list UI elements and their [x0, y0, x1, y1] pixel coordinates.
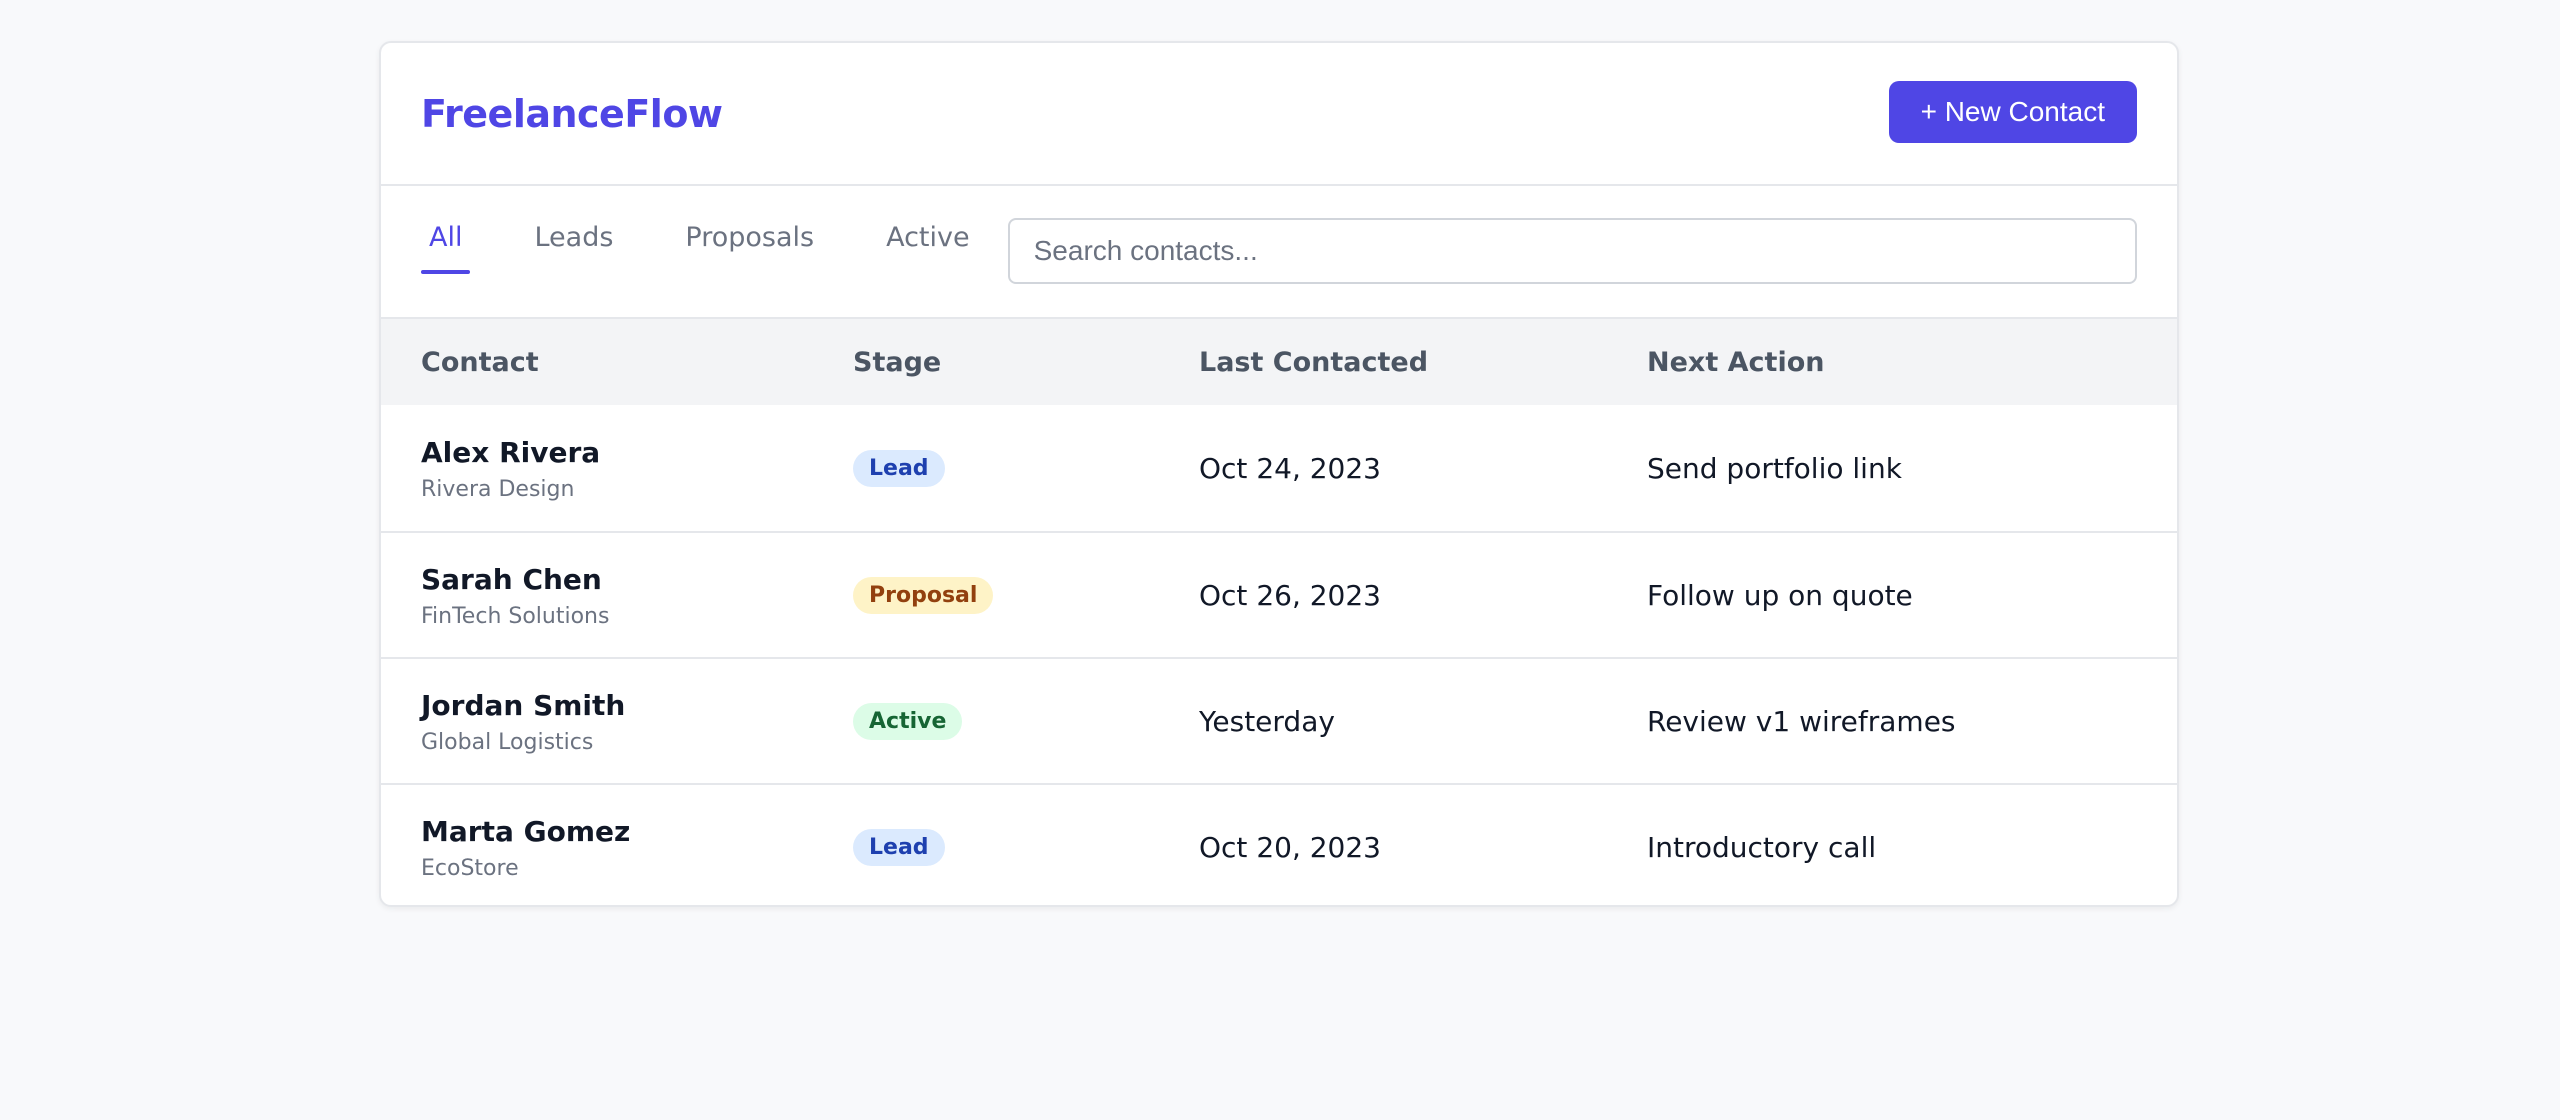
contact-name: Sarah Chen: [421, 562, 602, 596]
contact-company: Rivera Design: [421, 476, 575, 502]
stage-badge: Lead: [853, 449, 945, 487]
new-contact-button[interactable]: + New Contact: [1888, 80, 2137, 143]
contact-cell: Marta Gomez EcoStore: [421, 814, 853, 881]
table-row[interactable]: Marta Gomez EcoStore Lead Oct 20, 2023 I…: [381, 783, 2177, 905]
stage-cell: Active: [853, 702, 1199, 740]
filter-toolbar: All Leads Proposals Active: [381, 186, 2177, 319]
column-header-stage[interactable]: Stage: [853, 347, 1199, 378]
stage-badge: Active: [853, 702, 963, 740]
next-action-cell: Introductory call: [1647, 830, 1877, 864]
contacts-card: FreelanceFlow + New Contact All Leads Pr…: [379, 41, 2179, 907]
last-contacted-cell: Oct 20, 2023: [1199, 830, 1381, 864]
app-header: FreelanceFlow + New Contact: [381, 43, 2177, 186]
last-contacted-cell: Yesterday: [1199, 704, 1335, 738]
contact-cell: Sarah Chen FinTech Solutions: [421, 562, 853, 629]
search-input[interactable]: [1007, 217, 2137, 284]
brand-logo: FreelanceFlow: [421, 91, 723, 136]
contact-company: Global Logistics: [421, 729, 594, 755]
table-header: Contact Stage Last Contacted Next Action: [381, 319, 2177, 405]
tab-active[interactable]: Active: [878, 172, 978, 303]
tab-leads[interactable]: Leads: [526, 172, 621, 303]
contact-cell: Alex Rivera Rivera Design: [421, 435, 853, 502]
contact-company: FinTech Solutions: [421, 603, 610, 629]
contact-name: Marta Gomez: [421, 814, 631, 848]
column-header-next-action[interactable]: Next Action: [1647, 347, 2137, 378]
stage-cell: Proposal: [853, 576, 1199, 614]
stage-tabs: All Leads Proposals Active: [421, 186, 1008, 317]
last-contacted-cell: Oct 26, 2023: [1199, 578, 1381, 612]
last-contacted-cell: Oct 24, 2023: [1199, 451, 1381, 485]
column-header-last-contacted[interactable]: Last Contacted: [1199, 347, 1647, 378]
stage-cell: Lead: [853, 449, 1199, 487]
column-header-contact[interactable]: Contact: [421, 347, 853, 378]
next-action-cell: Send portfolio link: [1647, 451, 1902, 485]
next-action-cell: Follow up on quote: [1647, 578, 1913, 612]
stage-badge: Proposal: [853, 576, 994, 614]
table-row[interactable]: Sarah Chen FinTech Solutions Proposal Oc…: [381, 531, 2177, 657]
contact-cell: Jordan Smith Global Logistics: [421, 688, 853, 755]
stage-cell: Lead: [853, 828, 1199, 866]
tab-proposals[interactable]: Proposals: [677, 172, 822, 303]
table-body: Alex Rivera Rivera Design Lead Oct 24, 2…: [381, 405, 2177, 905]
table-row[interactable]: Alex Rivera Rivera Design Lead Oct 24, 2…: [381, 405, 2177, 531]
contact-company: EcoStore: [421, 855, 519, 881]
next-action-cell: Review v1 wireframes: [1647, 704, 1956, 738]
contact-name: Alex Rivera: [421, 435, 601, 469]
stage-badge: Lead: [853, 828, 945, 866]
tab-all[interactable]: All: [421, 172, 471, 303]
table-row[interactable]: Jordan Smith Global Logistics Active Yes…: [381, 657, 2177, 783]
contact-name: Jordan Smith: [421, 688, 626, 722]
